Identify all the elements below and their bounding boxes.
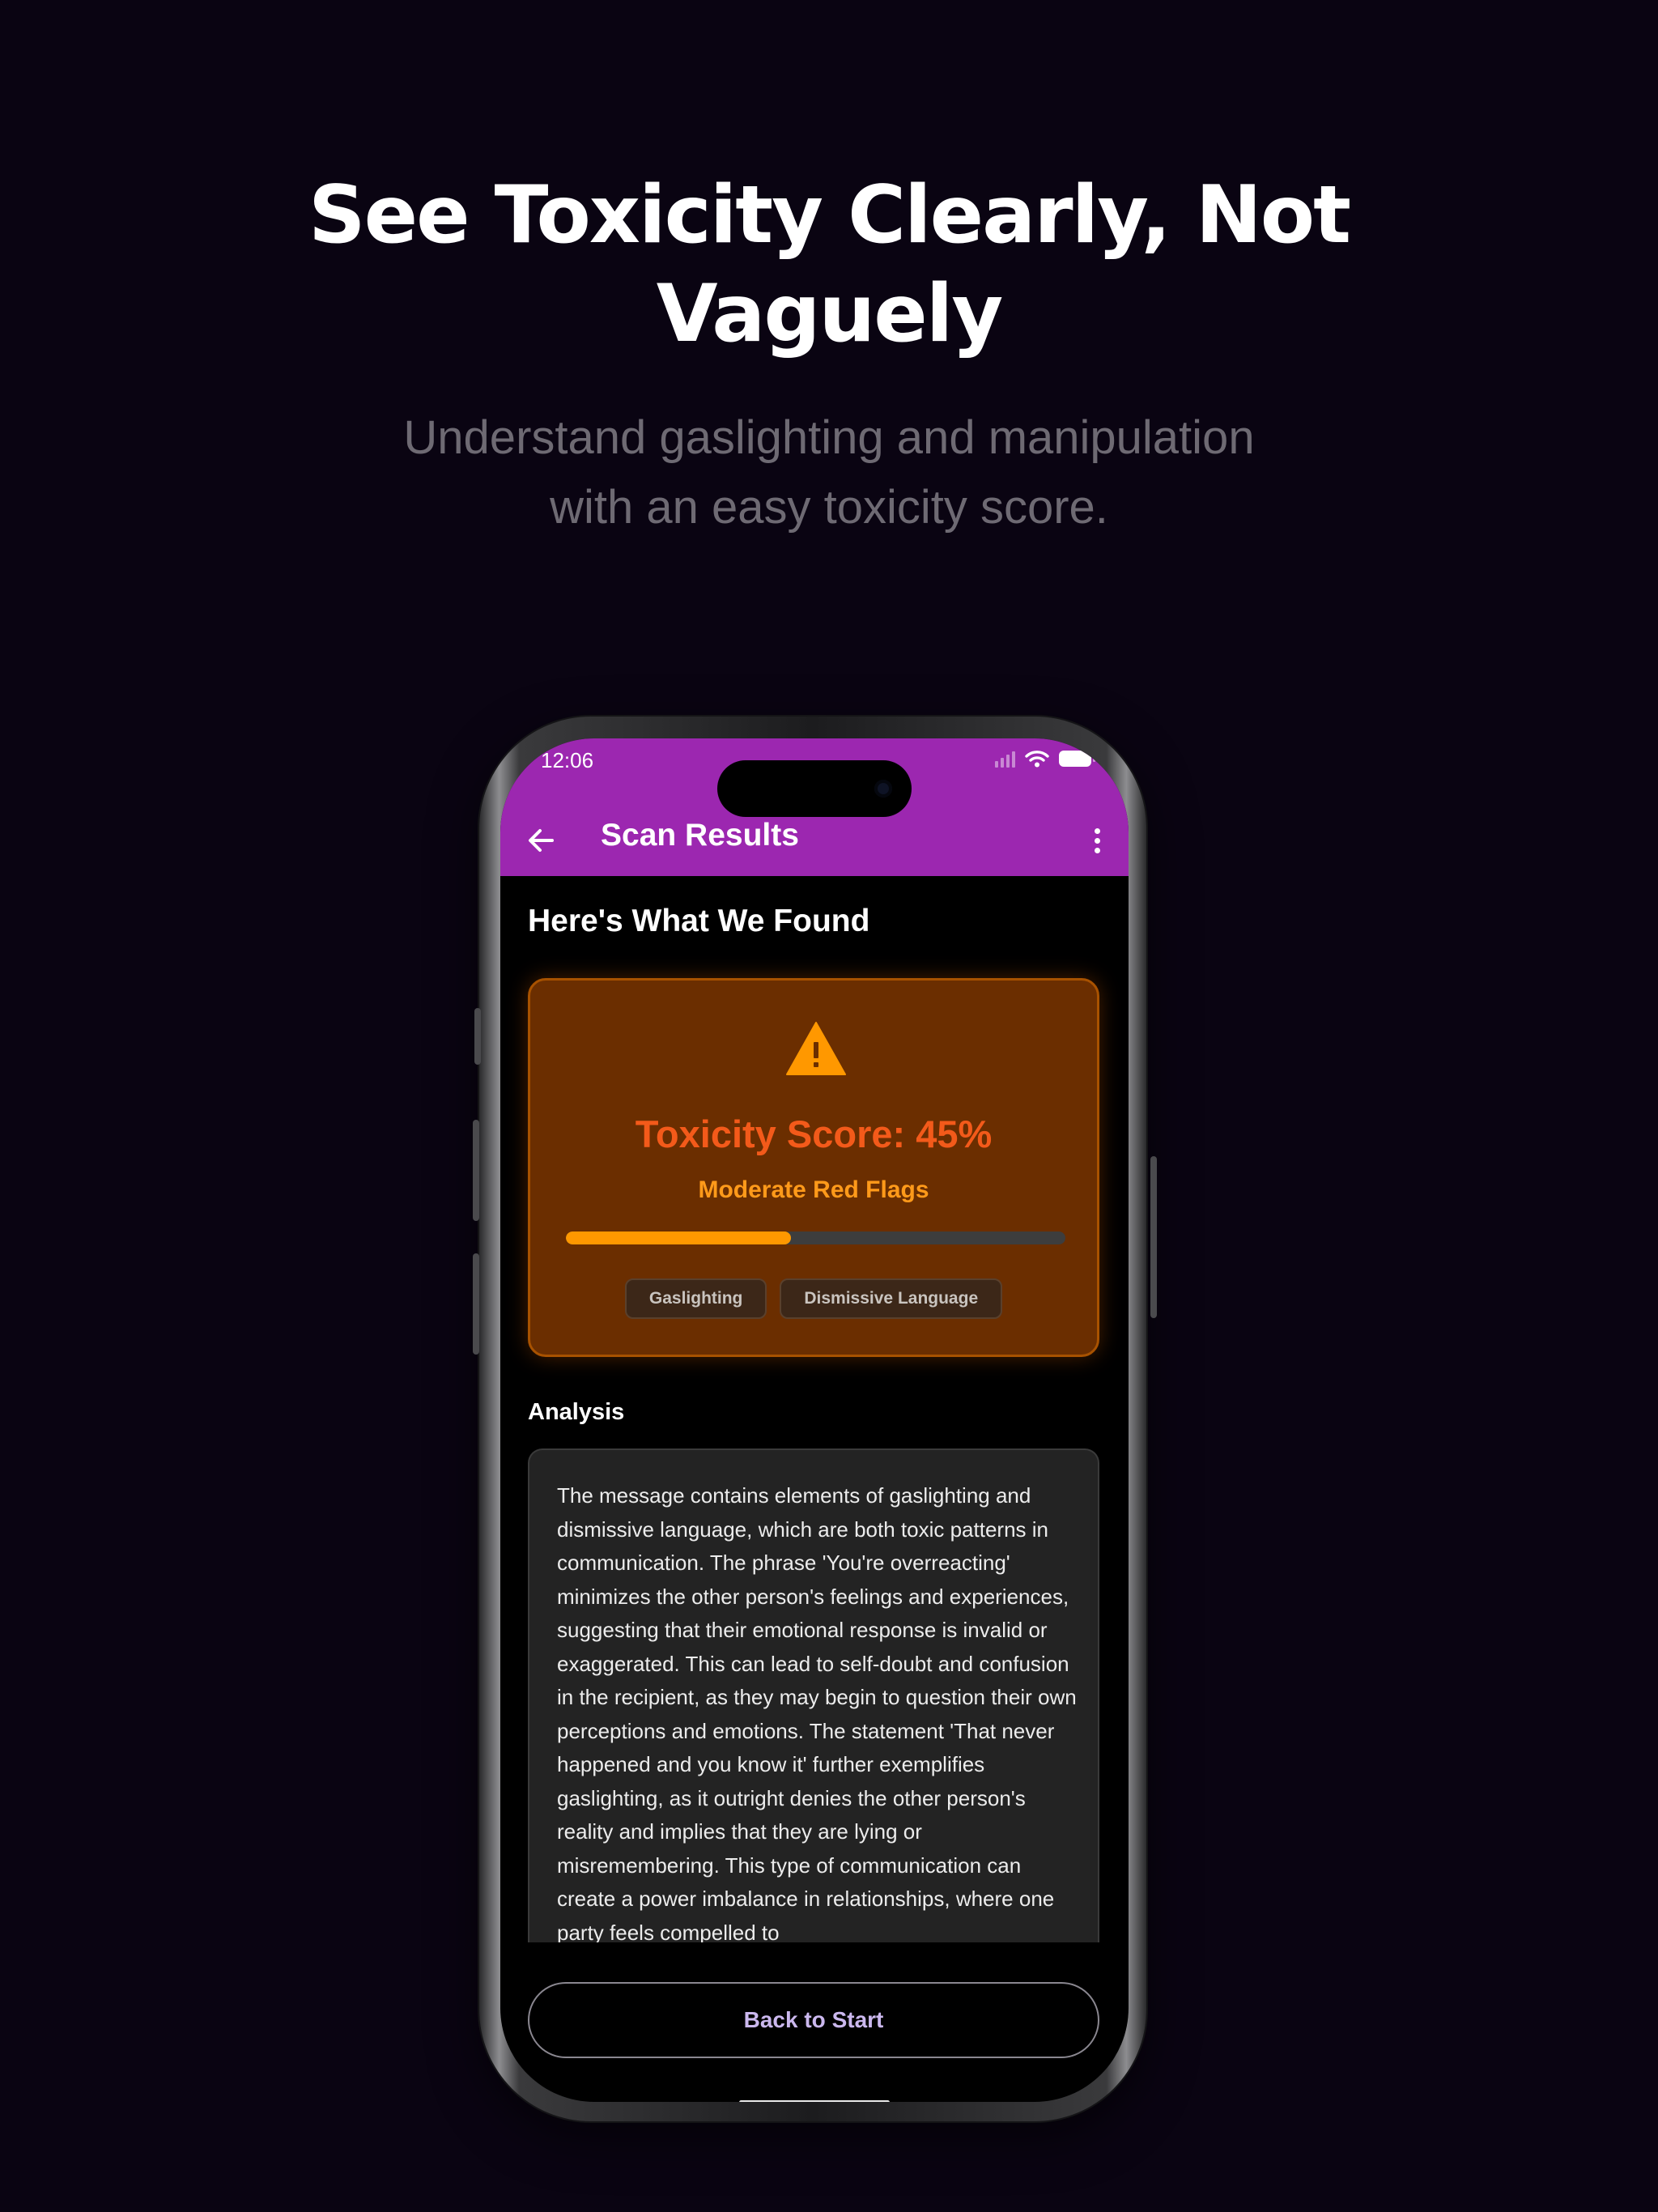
more-vertical-icon [1094, 827, 1100, 834]
toxicity-progress-fill [566, 1231, 791, 1244]
status-time: 12:06 [541, 748, 594, 772]
tag-chip: Dismissive Language [780, 1278, 1003, 1319]
analysis-label: Analysis [528, 1399, 625, 1425]
results-heading: Here's What We Found [528, 904, 870, 938]
cellular-signal-icon [995, 750, 1015, 768]
dynamic-island [717, 760, 912, 817]
arrow-left-icon [529, 829, 554, 852]
wifi-icon [1025, 751, 1049, 768]
volume-up-button [473, 1120, 479, 1221]
app-bar-title: Scan Results [601, 818, 799, 853]
app-bar: 12:06 Scan Results [500, 738, 1129, 876]
analysis-text: The message contains elements of gasligh… [557, 1483, 1077, 1942]
back-to-start-button[interactable]: Back to Start [528, 1982, 1099, 2058]
volume-down-button [473, 1253, 479, 1355]
toxicity-level: Moderate Red Flags [698, 1176, 929, 1203]
home-indicator [739, 2100, 890, 2102]
toxicity-progress-bar [566, 1231, 1065, 1244]
status-icons [995, 750, 1095, 768]
front-camera-icon [874, 780, 892, 798]
toxicity-score-card: Toxicity Score: 45% Moderate Red Flags G… [528, 978, 1099, 1357]
warning-triangle-icon [786, 1022, 846, 1075]
headline-line-1: See Toxicity Clearly, Not [308, 169, 1351, 262]
back-button[interactable] [523, 823, 559, 858]
tag-list: Gaslighting Dismissive Language [530, 1278, 1097, 1319]
action-button [474, 1008, 481, 1065]
marketing-subtitle: Understand gaslighting and manipulation … [0, 403, 1658, 542]
marketing-headline: See Toxicity Clearly, Not Vaguely [0, 166, 1658, 364]
tag-chip: Gaslighting [624, 1278, 767, 1319]
more-options-button[interactable] [1085, 824, 1109, 857]
subtitle-line-1: Understand gaslighting and manipulation [403, 411, 1255, 464]
subtitle-line-2: with an easy toxicity score. [550, 481, 1108, 534]
headline-line-2: Vaguely [656, 268, 1003, 360]
battery-icon [1059, 751, 1095, 767]
analysis-text-box[interactable]: The message contains elements of gasligh… [528, 1448, 1099, 1942]
toxicity-score-label: Toxicity Score: 45% [635, 1112, 993, 1155]
power-button [1150, 1156, 1157, 1318]
phone-screen: 12:06 Scan Results Here's What We Found [500, 738, 1129, 2102]
